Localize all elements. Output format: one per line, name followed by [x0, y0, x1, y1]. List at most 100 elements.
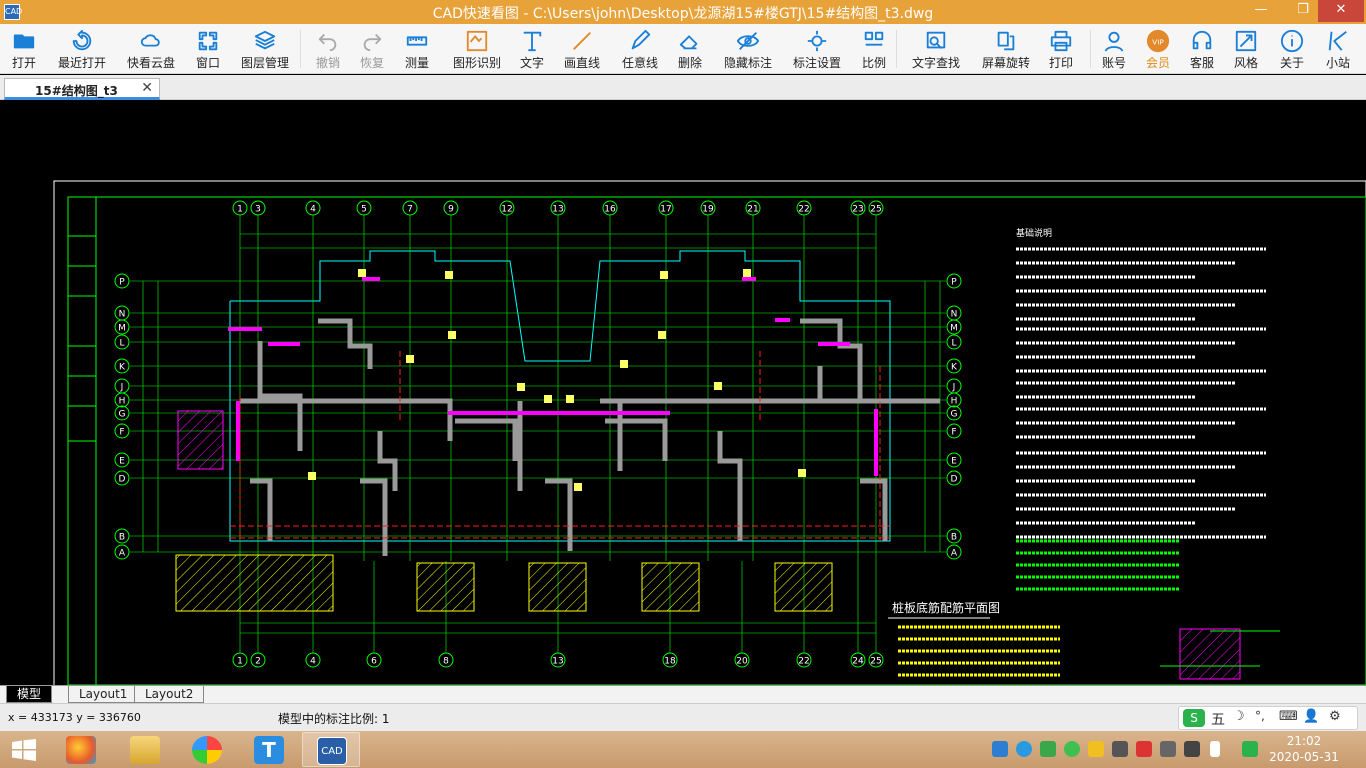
svg-text:12: 12	[501, 205, 512, 215]
toolbar-measure-label: 测量	[404, 56, 429, 70]
toolbar-service-button[interactable]: 客服	[1188, 26, 1216, 72]
axis-bubble-top: 25	[868, 200, 884, 216]
window-icon	[198, 31, 218, 51]
toolbar-shape-button[interactable]: 图形识别	[452, 26, 502, 72]
toolbar-window-button[interactable]: 窗口	[194, 26, 222, 72]
annotation-scale-text: 模型中的标注比例: 1	[278, 712, 390, 726]
tray-battery-icon[interactable]	[1184, 741, 1200, 757]
tab-model[interactable]: 模型	[6, 686, 53, 703]
tray-volume-icon[interactable]	[1210, 741, 1220, 757]
toolbar-measure-button[interactable]: 测量	[402, 26, 432, 72]
toolbar-layers-button[interactable]: 图层管理	[240, 26, 290, 72]
minimize-button[interactable]: —	[1246, 0, 1276, 22]
column-mark	[620, 360, 628, 368]
axis-bubble-bottom: 22	[796, 652, 812, 668]
ime-keyboard-icon[interactable]: ⌨	[1279, 709, 1298, 724]
toolbar-redo-button[interactable]: 恢复	[358, 26, 386, 72]
toolbar-text-label: 文字	[519, 56, 544, 70]
toolbar-style-button[interactable]: 风格	[1232, 26, 1260, 72]
toolbar-line-button[interactable]: 画直线	[562, 26, 602, 72]
toolbar-erase-button[interactable]: 删除	[676, 26, 704, 72]
axis-bubble-left: P	[114, 273, 130, 289]
ime-user-icon[interactable]: 👤	[1303, 709, 1319, 724]
column-mark	[743, 269, 751, 277]
layout-tab-bar: 模型 Layout1 Layout2	[0, 685, 1366, 703]
toolbar-account-button[interactable]: 账号	[1100, 26, 1128, 72]
history-icon	[72, 29, 92, 51]
document-tab[interactable]: 15#结构图_t3 ✕	[4, 78, 160, 100]
axis-bubble-top: 1	[232, 200, 248, 216]
tray-browser-icon[interactable]	[1016, 741, 1032, 757]
toolbar-hide-button[interactable]: 隐藏标注	[722, 26, 774, 72]
toolbar-undo-button[interactable]: 撤销	[314, 26, 342, 72]
svg-text:1: 1	[237, 657, 243, 667]
axis-bubble-left: B	[114, 528, 130, 544]
tray-shield-icon[interactable]	[1040, 741, 1056, 757]
axis-bubble-bottom: 20	[734, 652, 750, 668]
toolbar-about-button[interactable]: 关于	[1278, 26, 1306, 72]
ime-settings-icon[interactable]: ⚙	[1329, 709, 1341, 724]
svg-text:25: 25	[870, 205, 881, 215]
toolbar-print-button[interactable]: 打印	[1046, 26, 1076, 72]
maximize-button[interactable]: ❐	[1288, 0, 1318, 22]
ime-mode-text[interactable]: 五	[1211, 709, 1225, 729]
svg-text:E: E	[951, 457, 957, 467]
tab-close-icon[interactable]: ✕	[141, 80, 153, 96]
axis-bubble-top: 23	[850, 200, 866, 216]
toolbar-separator	[300, 30, 301, 68]
toolbar-markset-button[interactable]: 标注设置	[792, 26, 842, 72]
drawing-canvas[interactable]: 1 3 4 5 7 9 12 13 16 17 19 21 22 23 25 1 2 4 6 8 13 18 20 22 24 2…	[0, 101, 1366, 685]
axis-bubble-top: 4	[305, 200, 321, 216]
toolbar-recent-button[interactable]: 最近打开	[58, 26, 106, 72]
tray-monitor-icon[interactable]	[1112, 741, 1128, 757]
toolbar-rotate-button[interactable]: 屏幕旋转	[980, 26, 1032, 72]
ime-punct-icon[interactable]: °,	[1255, 709, 1265, 723]
toolbar-scale-button[interactable]: 比例	[860, 26, 888, 72]
ime-moon-icon[interactable]: ☽	[1233, 709, 1245, 724]
axis-bubble-right: A	[946, 544, 962, 560]
shape-icon	[466, 30, 488, 52]
toolbar-find-button[interactable]: 文字查找	[910, 26, 962, 72]
axis-bubble-left: F	[114, 423, 130, 439]
toolbar-freeline-button[interactable]: 任意线	[620, 26, 660, 72]
line-icon	[573, 32, 591, 50]
toolbar-cloud-button[interactable]: 快看云盘	[126, 26, 176, 72]
toolbar-vip-button[interactable]: VIP 会员	[1144, 26, 1172, 72]
taskbar-app-paint[interactable]	[52, 732, 110, 767]
taskbar-app-browser[interactable]	[178, 732, 236, 767]
window-title: CAD快速看图 - C:\Users\john\Desktop\龙源湖15#楼G…	[432, 6, 934, 22]
ime-toolbar[interactable]: S 五 ☽ °, ⌨ 👤 ⚙	[1178, 706, 1358, 730]
undo-icon	[318, 33, 337, 52]
tray-flag-icon[interactable]	[1136, 741, 1152, 757]
toolbar-station-button[interactable]: 小站	[1324, 26, 1352, 72]
style-icon	[1235, 30, 1257, 52]
toolbar-text-button[interactable]: 文字	[518, 26, 546, 72]
tray-box-icon[interactable]	[992, 741, 1008, 757]
tab-layout1[interactable]: Layout1	[68, 686, 139, 703]
taskbar-app-explorer[interactable]	[116, 732, 174, 767]
close-button[interactable]: ✕	[1318, 0, 1364, 22]
column-mark	[448, 331, 456, 339]
column-mark	[445, 271, 453, 279]
document-tab-label: 15#结构图_t3	[35, 84, 118, 98]
tab-layout2[interactable]: Layout2	[134, 686, 205, 703]
taskbar-app-cad[interactable]: CAD	[302, 732, 360, 767]
svg-text:25: 25	[870, 657, 881, 667]
pile-cap	[641, 562, 700, 612]
taskbar-app-text[interactable]: T	[240, 732, 298, 767]
start-button[interactable]	[12, 739, 36, 761]
tray-network-icon[interactable]	[1160, 741, 1176, 757]
tray-wechat-icon[interactable]	[1064, 741, 1080, 757]
svg-text:8: 8	[443, 657, 449, 667]
pile-cap	[175, 554, 334, 612]
tray-sogou-icon[interactable]	[1242, 741, 1258, 757]
toolbar-separator	[896, 30, 897, 68]
printer-icon	[1050, 30, 1072, 52]
taskbar-clock[interactable]: 21:02 2020-05-31	[1264, 733, 1344, 765]
axis-bubble-top: 3	[250, 200, 266, 216]
svg-text:D: D	[951, 475, 958, 485]
status-bar: x = 433173 y = 336760 模型中的标注比例: 1 S 五 ☽ …	[0, 703, 1366, 731]
text-icon	[523, 31, 542, 52]
toolbar-open-button[interactable]: 打开	[8, 26, 40, 72]
tray-plus-icon[interactable]	[1088, 741, 1104, 757]
